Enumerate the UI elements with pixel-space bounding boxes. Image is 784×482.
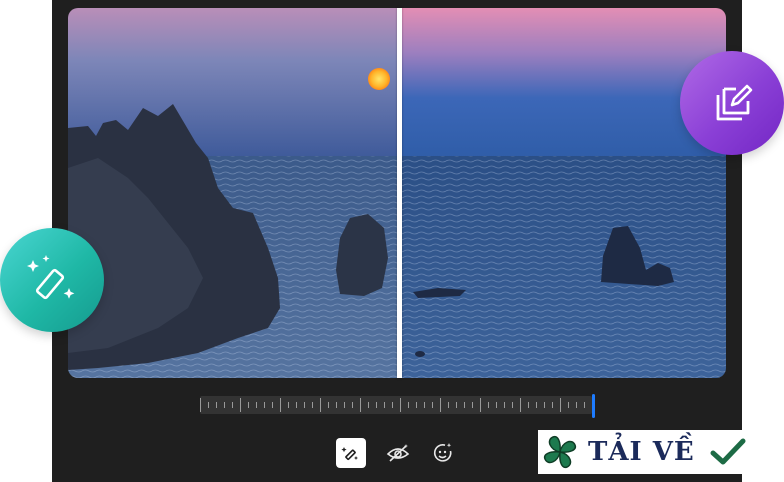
face-sparkle-icon [433,443,452,462]
edit-badge [680,51,784,155]
magic-wand-button[interactable] [336,438,366,468]
eye-sparkle-icon [386,444,410,462]
timeline-ticks [200,398,585,412]
face-enhance-button[interactable] [428,438,458,468]
edit-layers-icon [716,84,753,121]
compare-divider[interactable] [397,8,402,378]
checkmark-icon [710,438,746,465]
sun [368,68,390,90]
eye-enhance-button[interactable] [383,438,413,468]
timeline-scrubber[interactable] [200,394,595,418]
magic-eraser-badge [0,228,104,332]
timeline-track[interactable] [200,396,592,414]
timeline-playhead[interactable] [592,394,595,418]
magic-eraser-icon [27,255,75,300]
clover-logo [543,435,577,469]
magic-wand-icon [341,447,358,461]
watermark-text: TẢI VỀ [588,437,695,467]
watermark: TẢI VỀ [538,430,784,474]
